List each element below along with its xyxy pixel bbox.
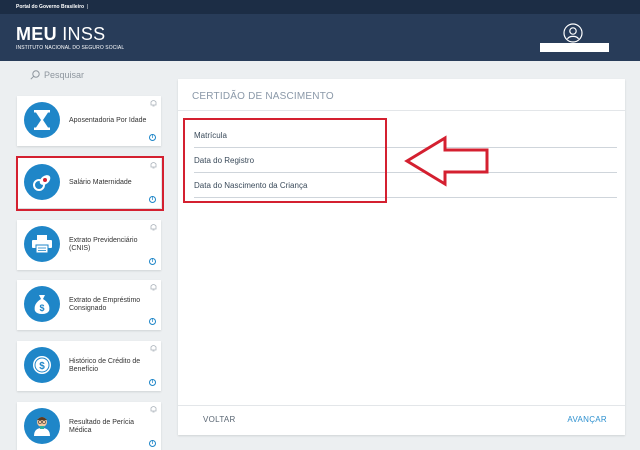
money-bag-icon: $: [24, 286, 60, 322]
info-icon[interactable]: i: [149, 440, 156, 447]
panel-divider: [178, 110, 625, 111]
service-card-historico-credito[interactable]: $ Histórico de Crédito de Benefício i: [17, 341, 161, 391]
notification-bell-icon[interactable]: [150, 223, 157, 231]
form-panel: CERTIDÃO DE NASCIMENTO Matrícula Data do…: [178, 79, 625, 435]
user-name-field[interactable]: [540, 43, 609, 52]
app-header: MEU INSS INSTITUTO NACIONAL DO SEGURO SO…: [0, 14, 640, 61]
service-card-aposentadoria[interactable]: Aposentadoria Por Idade i: [17, 96, 161, 146]
hourglass-icon: [24, 102, 60, 138]
service-card-pericia-medica[interactable]: Resultado de Perícia Médica i: [17, 402, 161, 450]
svg-text:$: $: [39, 303, 44, 313]
back-button[interactable]: VOLTAR: [203, 415, 236, 424]
highlight-box-fields: [183, 118, 387, 203]
service-card-extrato-cnis[interactable]: Extrato Previdenciário (CNIS) i: [17, 220, 161, 270]
form-panel-title: CERTIDÃO DE NASCIMENTO: [192, 91, 334, 102]
info-icon[interactable]: i: [149, 258, 156, 265]
service-card-label: Aposentadoria Por Idade: [69, 117, 147, 124]
gov-bar-separator: |: [87, 4, 89, 10]
info-icon[interactable]: i: [149, 134, 156, 141]
user-avatar-icon[interactable]: [563, 23, 583, 43]
pointer-arrow-icon: [404, 135, 489, 187]
highlight-box-service: [16, 156, 164, 211]
coin-icon: $: [24, 347, 60, 383]
notification-bell-icon[interactable]: [150, 405, 157, 413]
info-icon[interactable]: i: [149, 318, 156, 325]
service-card-label: Histórico de Crédito de Benefício: [69, 358, 141, 373]
panel-footer-divider: [178, 405, 625, 406]
service-card-label: Extrato de Empréstimo Consignado: [69, 297, 141, 312]
printer-icon: [24, 226, 60, 262]
next-button[interactable]: AVANÇAR: [567, 415, 607, 424]
search-placeholder: Pesquisar: [44, 70, 85, 80]
notification-bell-icon[interactable]: [150, 99, 157, 107]
info-icon[interactable]: i: [149, 379, 156, 386]
government-portal-link[interactable]: Portal do Governo Brasileiro: [16, 4, 84, 10]
brand-logo[interactable]: MEU INSS INSTITUTO NACIONAL DO SEGURO SO…: [16, 24, 124, 51]
search-box[interactable]: Pesquisar: [30, 68, 84, 82]
service-card-label: Extrato Previdenciário (CNIS): [69, 237, 138, 252]
brand-title: MEU INSS: [16, 24, 106, 44]
government-bar: Portal do Governo Brasileiro |: [0, 0, 640, 14]
service-card-label: Resultado de Perícia Médica: [69, 419, 134, 434]
notification-bell-icon[interactable]: [150, 344, 157, 352]
service-card-emprestimo-consignado[interactable]: $ Extrato de Empréstimo Consignado i: [17, 280, 161, 330]
notification-bell-icon[interactable]: [150, 283, 157, 291]
brand-subtitle: INSTITUTO NACIONAL DO SEGURO SOCIAL: [16, 45, 125, 51]
search-icon: [30, 70, 40, 80]
doctor-icon: [24, 408, 60, 444]
svg-text:$: $: [39, 361, 45, 372]
